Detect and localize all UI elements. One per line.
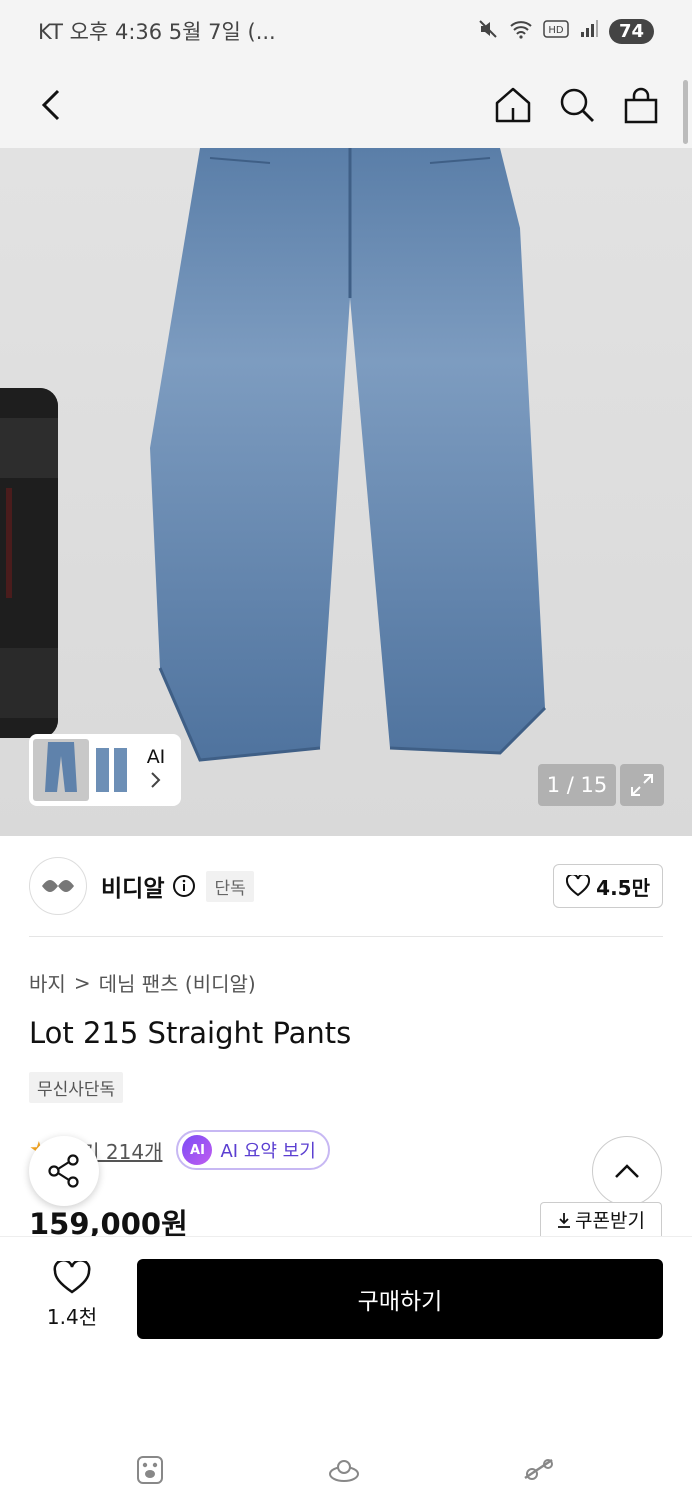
back-icon	[41, 89, 60, 121]
download-icon	[558, 1212, 571, 1228]
ai-thumbnail-button[interactable]: AI	[135, 744, 177, 796]
wish-count: 1.4천	[46, 1305, 98, 1329]
paw-icon	[137, 1456, 163, 1484]
product-title: Lot 215 Straight Pants	[29, 1016, 352, 1050]
breadcrumb-category[interactable]: 바지	[29, 968, 66, 997]
system-nav-bar	[0, 1366, 692, 1500]
breadcrumb-separator: >	[73, 970, 91, 995]
search-icon	[560, 88, 594, 122]
cat-back-icon	[524, 1458, 553, 1480]
brand-like-button[interactable]: 4.5만	[553, 864, 663, 908]
app-bar	[0, 62, 692, 148]
svg-text:HD: HD	[548, 25, 564, 36]
search-button[interactable]	[552, 80, 602, 130]
ai-summary-button[interactable]: AI AI 요약 보기	[176, 1130, 330, 1170]
side-banner[interactable]	[0, 388, 58, 738]
cart-button[interactable]	[616, 80, 666, 130]
hd-icon: HD	[543, 19, 569, 44]
back-button[interactable]	[26, 80, 76, 130]
cat-home-icon	[329, 1460, 359, 1482]
banner-image	[0, 388, 58, 738]
exclusive-badge: 무신사단독	[29, 1072, 124, 1103]
home-button[interactable]	[488, 80, 538, 130]
heart-icon	[53, 1261, 91, 1294]
purchase-bar: 1.4천 구매하기	[0, 1236, 692, 1366]
coupon-button[interactable]: 쿠폰받기	[540, 1202, 662, 1236]
chevron-up-icon	[615, 1164, 639, 1178]
coupon-label: 쿠폰받기	[575, 1210, 645, 1232]
status-text: KT 오후 4:36 5월 7일 (...	[38, 20, 276, 44]
nav-back[interactable]	[520, 1450, 560, 1490]
breadcrumb: 바지 > 데님 팬츠 (비디알)	[29, 968, 256, 997]
image-counter: 1 / 15	[538, 764, 616, 806]
info-icon[interactable]	[172, 874, 196, 898]
scroll-top-button[interactable]	[592, 1136, 662, 1206]
brand-name[interactable]: 비디알	[101, 869, 164, 903]
signal-icon	[579, 19, 599, 44]
battery-indicator: 74	[608, 18, 654, 44]
share-icon	[48, 1154, 79, 1188]
ai-summary-label: AI 요약 보기	[220, 1141, 316, 1162]
cart-icon	[624, 87, 658, 124]
brand-row: 비디알 단독 4.5만	[29, 856, 663, 916]
share-button[interactable]	[29, 1136, 99, 1206]
thumbnail-2[interactable]	[89, 739, 135, 801]
expand-button[interactable]	[620, 764, 664, 806]
product-price: 159,000원	[29, 1207, 188, 1236]
thumbnail-1[interactable]	[33, 739, 89, 801]
status-bar: KT 오후 4:36 5월 7일 (... HD 74	[0, 0, 692, 62]
heart-icon	[566, 875, 591, 897]
wifi-icon	[509, 18, 533, 45]
nav-recent-apps[interactable]	[130, 1450, 170, 1490]
wish-button[interactable]: 1.4천	[40, 1261, 104, 1330]
brand-logo[interactable]	[29, 857, 87, 915]
breadcrumb-subcategory[interactable]: 데님 팬츠 (비디알)	[99, 968, 256, 997]
brand-exclusive-tag: 단독	[206, 870, 254, 902]
ai-badge-icon: AI	[182, 1135, 213, 1165]
buy-button[interactable]: 구매하기	[137, 1259, 663, 1339]
nav-home[interactable]	[324, 1450, 364, 1490]
chevron-right-icon	[151, 772, 161, 788]
expand-icon	[631, 774, 653, 796]
thumbnail-strip[interactable]: AI	[29, 734, 181, 806]
mute-icon	[477, 18, 499, 45]
brand-like-count: 4.5만	[596, 875, 650, 900]
divider	[29, 936, 663, 937]
product-image-carousel[interactable]: AI 1 / 15	[0, 148, 692, 836]
product-image	[150, 148, 547, 762]
home-icon	[495, 87, 531, 123]
scrollbar[interactable]	[683, 80, 688, 144]
ai-label: AI	[146, 746, 166, 768]
